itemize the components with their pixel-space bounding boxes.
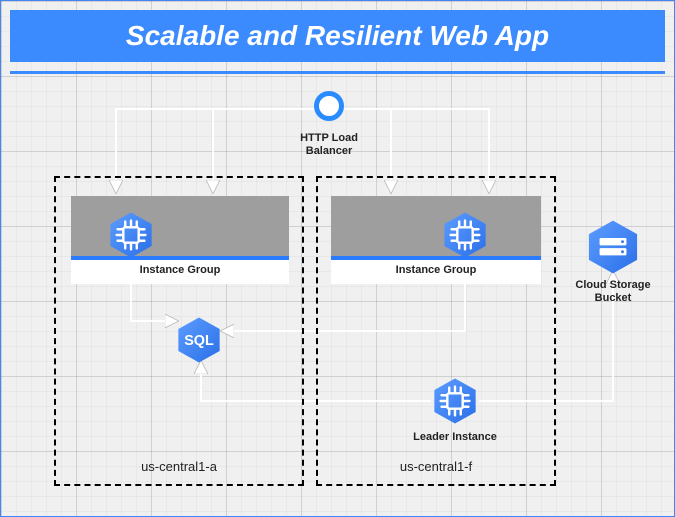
zone-a-label: us-central1-a	[56, 459, 302, 474]
instance-group-a: Instance Group	[71, 196, 289, 284]
storage-icon: Cloud Storage Bucket	[585, 219, 641, 275]
instance-group-a-label: Instance Group	[71, 260, 289, 284]
page-title: Scalable and Resilient Web App	[126, 20, 549, 52]
storage-label: Cloud Storage Bucket	[558, 279, 668, 304]
title-bar: Scalable and Resilient Web App	[10, 10, 665, 62]
leader-label: Leader Instance	[400, 431, 510, 444]
load-balancer-label: HTTP Load Balancer	[284, 132, 374, 157]
compute-icon-f	[441, 211, 489, 259]
svg-text:SQL: SQL	[184, 333, 214, 349]
instance-group-f-label: Instance Group	[331, 260, 541, 284]
compute-icon-a	[107, 211, 155, 259]
diagram-canvas: Scalable and Resilient Web App	[0, 0, 675, 517]
title-underline	[10, 71, 665, 74]
sql-icon: SQL	[175, 316, 223, 364]
load-balancer: HTTP Load Balancer	[314, 91, 344, 121]
instance-group-f: Instance Group	[331, 196, 541, 284]
leader-icon: Leader Instance	[431, 377, 479, 425]
zone-f-label: us-central1-f	[318, 459, 554, 474]
